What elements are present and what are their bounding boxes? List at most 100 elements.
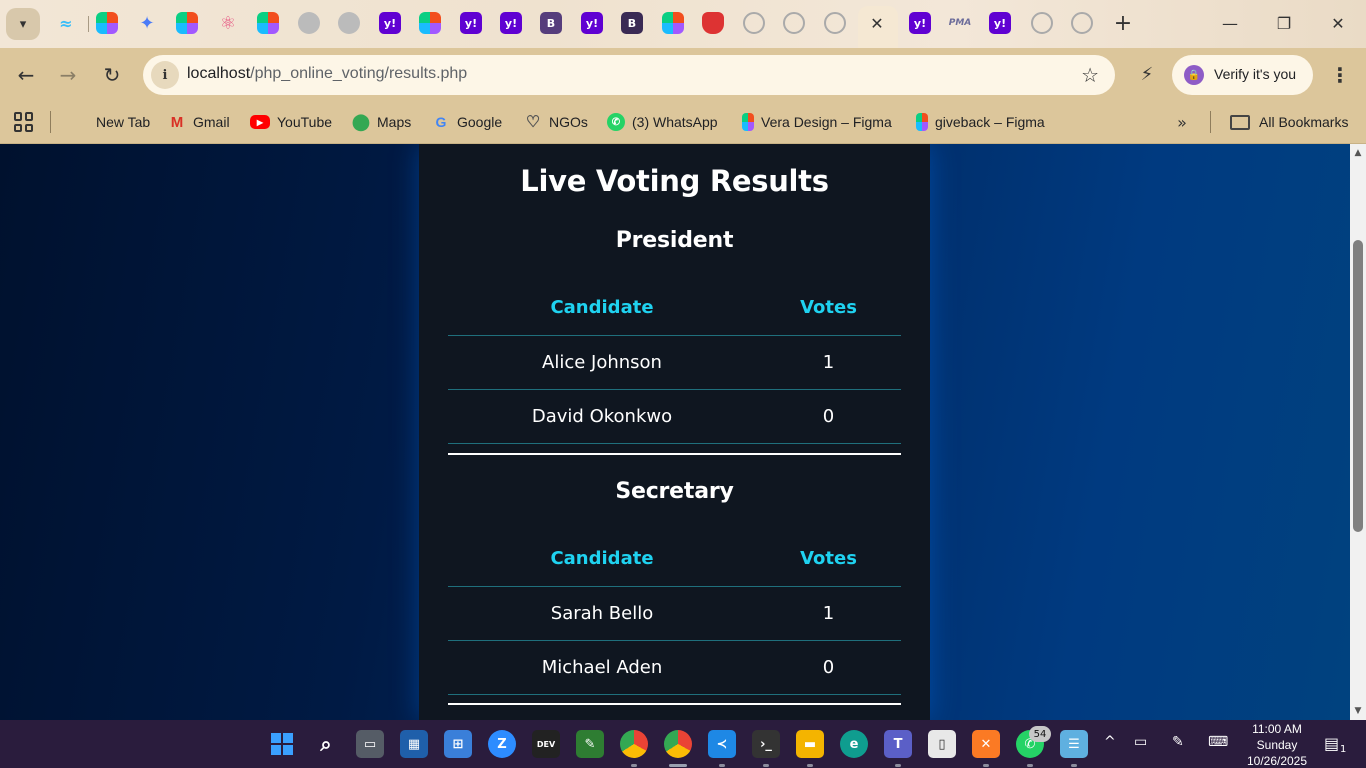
scroll-down-arrow-icon[interactable]: ▼ [1350,704,1366,718]
url-text[interactable]: localhost/php_online_voting/results.php [187,65,467,83]
terminal-icon[interactable]: ›_ [752,730,780,758]
vote-count: 0 [756,640,901,695]
widgets-icon[interactable]: ▦ [400,730,428,758]
section-title-secretary: Secretary [615,479,734,504]
figma-icon[interactable] [257,12,279,34]
chrome-icon[interactable] [664,730,692,758]
bookmark-maps[interactable]: ⬤ Maps [352,110,411,134]
heart-hands-icon: ♡ [525,114,541,131]
bookmark-label: giveback – Figma [935,114,1045,130]
page-viewport: Live Voting Results President Candidate … [0,144,1350,720]
yahoo-icon[interactable]: y! [500,12,522,34]
figma-icon[interactable] [176,12,198,34]
windows-taskbar: ⌕ ▭ ▦ ⊞ Z DEV ✎ ≺ ›_ ▬ e T ▯ ✕ ✆ 54 ☰ ^ … [0,720,1366,768]
back-button[interactable]: ← [12,61,40,89]
figma-icon[interactable] [419,12,441,34]
figma-icon[interactable] [662,12,684,34]
page-scrollbar[interactable]: ▲ ▼ [1350,144,1366,720]
vscode-icon[interactable]: ≺ [708,730,736,758]
url-path: /php_online_voting/results.php [250,65,468,82]
phpmyadmin-icon[interactable]: PMA [949,12,972,34]
bookmark-google[interactable]: G Google [432,110,503,134]
gemini-icon[interactable]: ✦ [136,12,158,34]
apps-grid-icon[interactable] [14,112,34,132]
store-icon[interactable]: ⊞ [444,730,472,758]
github-icon[interactable] [783,12,805,34]
window-close-button[interactable]: ✕ [1323,10,1353,36]
scrollbar-thumb[interactable] [1353,240,1363,532]
vote-count: 1 [756,586,901,641]
notification-center-icon[interactable]: ▤ [1324,734,1339,753]
chrome-profile-icon[interactable] [620,730,648,758]
site-info-icon[interactable]: i [151,61,179,89]
tray-chevron-icon[interactable]: ^ [1104,734,1116,750]
search-icon[interactable]: ⌕ [312,730,340,758]
globe-icon[interactable] [338,12,360,34]
verify-profile-button[interactable]: 🔒 Verify it's you [1172,55,1313,95]
bootstrap-icon[interactable]: B [540,12,562,34]
bookmark-ngos[interactable]: ♡ NGOs [524,110,588,134]
running-indicator [719,764,725,767]
yahoo-icon[interactable]: y! [989,12,1011,34]
table-row: Sarah Bello 1 [448,586,901,641]
file-explorer-icon[interactable]: ▬ [796,730,824,758]
close-tab-icon[interactable]: ✕ [866,12,888,34]
candidate-name: Alice Johnson [448,335,756,390]
bookmark-gmail[interactable]: M Gmail [168,110,230,134]
extension-icon[interactable]: ⚡ [1134,61,1160,87]
reload-button[interactable]: ↻ [98,61,126,89]
bootstrap-icon[interactable]: B [621,12,643,34]
pen-icon[interactable]: ✎ [1172,734,1184,750]
bookmark-whatsapp[interactable]: ✆ (3) WhatsApp [607,110,718,134]
browser-menu-button[interactable]: ⋮ [1328,61,1352,89]
file-icon[interactable]: ▯ [928,730,956,758]
task-view-icon[interactable]: ▭ [356,730,384,758]
more-bookmarks-chevron-icon[interactable]: » [1172,110,1192,134]
all-bookmarks-button[interactable]: All Bookmarks [1230,110,1348,134]
bookmark-giveback[interactable]: giveback – Figma [916,110,1045,134]
github-icon[interactable] [1031,12,1053,34]
yahoo-icon[interactable]: y! [460,12,482,34]
tailwind-icon[interactable]: ≈ [55,12,77,34]
yahoo-icon[interactable]: y! [581,12,603,34]
zoom-icon[interactable]: Z [488,730,516,758]
brave-shield-icon[interactable] [702,12,724,34]
bookmark-star-icon[interactable]: ☆ [1081,63,1099,87]
notepad-icon[interactable]: ☰ [1060,730,1088,758]
minimize-button[interactable]: — [1215,10,1245,36]
active-indicator [669,764,687,767]
notepad-plus-icon[interactable]: ✎ [576,730,604,758]
bookmark-label: Gmail [193,114,230,130]
globe-icon[interactable] [298,12,320,34]
yahoo-icon[interactable]: y! [909,12,931,34]
github-icon[interactable] [824,12,846,34]
react-icon[interactable]: ⚛ [217,12,239,34]
new-tab-button[interactable]: + [1110,10,1136,36]
network-icon[interactable]: ▭ [1134,734,1147,750]
bookmark-youtube[interactable]: ▶ YouTube [250,110,332,134]
keyboard-icon[interactable]: ⌨ [1208,734,1228,750]
folder-icon [1230,114,1250,130]
github-icon[interactable] [1071,12,1093,34]
bookmark-vera-design[interactable]: Vera Design – Figma [742,110,892,134]
dev-to-icon[interactable]: DEV [532,730,560,758]
system-clock[interactable]: 11:00 AM Sunday 10/26/2025 [1240,721,1314,768]
bookmark-new-tab[interactable]: New Tab [96,110,150,134]
figma-icon [916,113,928,131]
edge-icon[interactable]: e [840,730,868,758]
github-icon[interactable] [743,12,765,34]
teams-icon[interactable]: T [884,730,912,758]
xampp-icon[interactable]: ✕ [972,730,1000,758]
president-results-table: Candidate Votes Alice Johnson 1 David Ok… [448,281,901,444]
tab-search-button[interactable]: ▾ [6,8,40,40]
figma-icon [742,113,754,131]
forward-button[interactable]: → [54,61,82,89]
scroll-up-arrow-icon[interactable]: ▲ [1350,146,1366,160]
address-bar[interactable]: i localhost/php_online_voting/results.ph… [143,55,1115,95]
section-divider [448,453,901,455]
windows-start-icon[interactable] [268,730,296,758]
figma-icon[interactable] [96,12,118,34]
running-indicator [631,764,637,767]
restore-button[interactable]: ❐ [1269,10,1299,36]
yahoo-icon[interactable]: y! [379,12,401,34]
